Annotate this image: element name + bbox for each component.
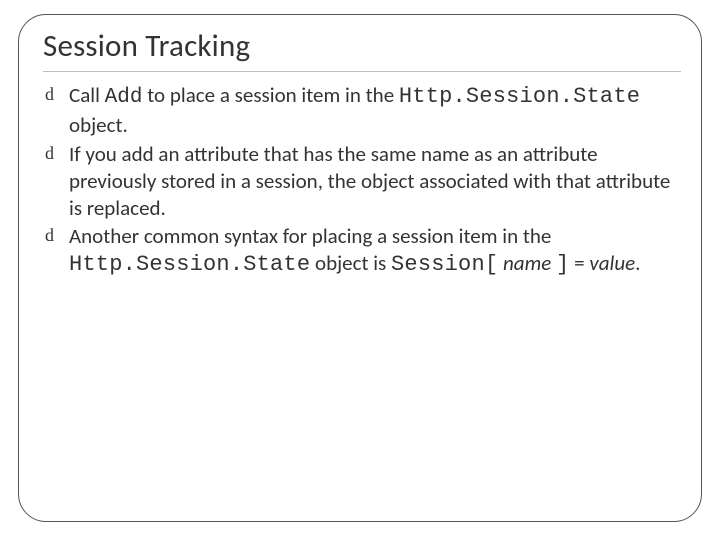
bullet-item: Call Add to place a session item in the … bbox=[45, 82, 681, 139]
bullet-list: Call Add to place a session item in the … bbox=[43, 82, 681, 279]
code: Add bbox=[105, 86, 143, 109]
bullet-item: If you add an attribute that has the sam… bbox=[45, 141, 681, 222]
code: ] bbox=[556, 252, 569, 277]
text: . bbox=[635, 250, 640, 276]
text: = bbox=[569, 250, 589, 276]
slide: Session Tracking Call Add to place a ses… bbox=[0, 0, 720, 540]
bullet-item: Another common syntax for placing a sess… bbox=[45, 223, 681, 279]
text: Another common syntax for placing a sess… bbox=[69, 223, 551, 249]
code: Session[ bbox=[391, 252, 498, 277]
text: object is bbox=[310, 250, 391, 276]
code: Http.Session.State bbox=[69, 252, 310, 277]
slide-title: Session Tracking bbox=[43, 27, 681, 65]
text: If you add an attribute that has the sam… bbox=[69, 141, 670, 221]
text: to place a session item in the bbox=[142, 82, 398, 108]
code: Http.Session.State bbox=[399, 84, 640, 109]
italic-text: name bbox=[498, 250, 556, 276]
slide-frame: Session Tracking Call Add to place a ses… bbox=[18, 14, 702, 522]
title-divider bbox=[43, 71, 681, 72]
text: object. bbox=[69, 112, 128, 138]
italic-text: value bbox=[589, 250, 635, 276]
text: Call bbox=[69, 82, 105, 108]
